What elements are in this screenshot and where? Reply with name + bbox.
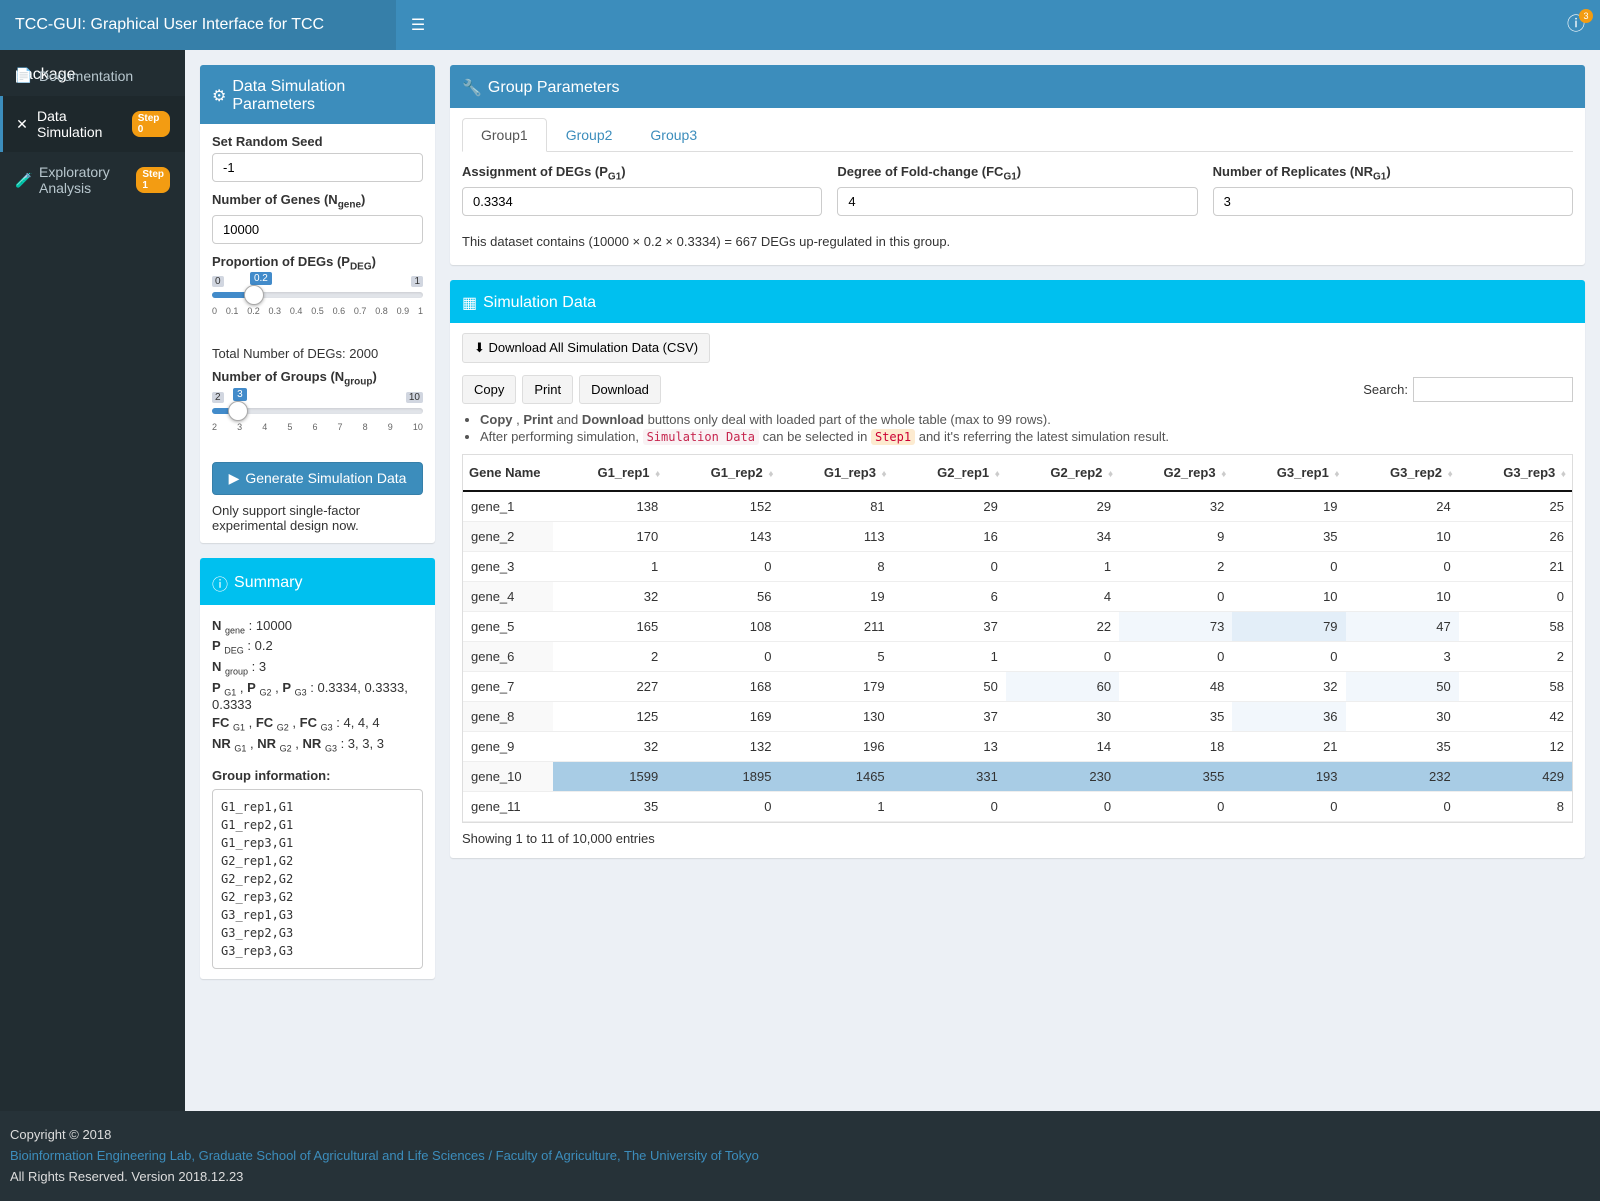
info-icon[interactable]: ⓘ3 xyxy=(1567,14,1585,34)
app-title: TCC-GUI: Graphical User Interface for TC… xyxy=(0,0,396,50)
col-g1_rep1[interactable]: G1_rep1 ♦ xyxy=(553,455,666,491)
table-row: gene_932132196131418213512 xyxy=(463,732,1572,762)
table-notes: Copy , Print and Download buttons only d… xyxy=(462,412,1573,444)
table-row: gene_217014311316349351026 xyxy=(463,522,1572,552)
sort-icon: ♦ xyxy=(1108,469,1113,480)
table-row: gene_8125169130373035363042 xyxy=(463,702,1572,732)
col-g3_rep2[interactable]: G3_rep2 ♦ xyxy=(1346,455,1459,491)
fc-input[interactable] xyxy=(837,187,1197,216)
col-g1_rep3[interactable]: G1_rep3 ♦ xyxy=(779,455,892,491)
main-content: ⚙︎ Data Simulation Parameters Set Random… xyxy=(185,50,1600,1111)
deg-label: Assignment of DEGs (PG1) xyxy=(462,164,822,183)
col-g3_rep3[interactable]: G3_rep3 ♦ xyxy=(1459,455,1572,491)
download-icon: ⬇ xyxy=(474,340,485,355)
sort-icon: ♦ xyxy=(1221,469,1226,480)
print-button[interactable]: Print xyxy=(522,375,573,404)
col-g3_rep1[interactable]: G3_rep1 ♦ xyxy=(1232,455,1345,491)
table-row: gene_5165108211372273794758 xyxy=(463,612,1572,642)
sidebar-icon: 📄 xyxy=(15,67,31,84)
help-text: Only support single-factor experimental … xyxy=(212,503,423,533)
table-row: gene_113815281292932192425 xyxy=(463,492,1572,522)
col-gene-name[interactable]: Gene Name xyxy=(463,455,553,491)
sidebar-icon: ✕ xyxy=(15,116,29,133)
box-title: Data Simulation Parameters xyxy=(232,78,423,114)
ngroup-label: Number of Groups (Ngroup) xyxy=(212,369,423,388)
ngene-label: Number of Genes (Ngene) xyxy=(212,192,423,211)
col-g2_rep1[interactable]: G2_rep1 ♦ xyxy=(893,455,1006,491)
col-g2_rep3[interactable]: G2_rep3 ♦ xyxy=(1119,455,1232,491)
ngene-input[interactable] xyxy=(212,215,423,244)
box-summary: ⓘ Summary N gene : 10000P DEG : 0.2N gro… xyxy=(200,558,435,980)
table-row: gene_10159918951465331230355193232429 xyxy=(463,762,1572,792)
table-row: gene_7227168179506048325058 xyxy=(463,672,1572,702)
deg-input[interactable] xyxy=(462,187,822,216)
sort-icon: ♦ xyxy=(1334,469,1339,480)
table-footer: Showing 1 to 11 of 10,000 entries xyxy=(462,823,1573,848)
group-info-textarea[interactable]: G1_rep1,G1 G1_rep2,G1 G1_rep3,G1 G2_rep1… xyxy=(212,789,423,969)
col-g1_rep2[interactable]: G1_rep2 ♦ xyxy=(666,455,779,491)
download-all-button[interactable]: ⬇ Download All Simulation Data (CSV) xyxy=(462,333,710,363)
table-icon: ▦ xyxy=(462,293,477,313)
table-row: gene_432561964010100 xyxy=(463,582,1572,612)
table-row: gene_6205100032 xyxy=(463,642,1572,672)
header-right: ⓘ3 xyxy=(1567,10,1585,36)
download-button[interactable]: Download xyxy=(579,375,661,404)
info-icon: ⓘ xyxy=(212,571,228,595)
nr-input[interactable] xyxy=(1213,187,1573,216)
app-header: TCC-GUI: Graphical User Interface for TC… xyxy=(0,0,1600,50)
footer-link[interactable]: Bioinformation Engineering Lab, Graduate… xyxy=(10,1148,759,1163)
gears-icon: ⚙︎ xyxy=(212,86,226,106)
seed-input[interactable] xyxy=(212,153,423,182)
fc-label: Degree of Fold-change (FCG1) xyxy=(837,164,1197,183)
sidebar-item-documentation[interactable]: 📄Documentation xyxy=(0,55,185,96)
box-title: Summary xyxy=(234,574,302,592)
box-title: Simulation Data xyxy=(483,294,596,312)
play-icon: ▶ xyxy=(229,470,240,487)
nr-label: Number of Replicates (NRG1) xyxy=(1213,164,1573,183)
footer: Copyright © 2018 Bioinformation Engineer… xyxy=(0,1111,1600,1201)
generate-button[interactable]: ▶ Generate Simulation Data xyxy=(212,462,423,495)
box-sim-params: ⚙︎ Data Simulation Parameters Set Random… xyxy=(200,65,435,543)
seed-label: Set Random Seed xyxy=(212,134,423,149)
tab-group1[interactable]: Group1 xyxy=(462,118,547,152)
box-title: Group Parameters xyxy=(488,79,620,97)
tab-group3[interactable]: Group3 xyxy=(631,118,716,152)
table-row: gene_31080120021 xyxy=(463,552,1572,582)
box-group-params: 🔧 Group Parameters Group1Group2Group3 As… xyxy=(450,65,1585,265)
sidebar-item-exploratory-analysis[interactable]: 🧪Exploratory AnalysisStep 1 xyxy=(0,152,185,208)
sort-icon: ♦ xyxy=(1561,469,1566,480)
simulation-table: Gene NameG1_rep1 ♦G1_rep2 ♦G1_rep3 ♦G2_r… xyxy=(463,455,1572,492)
pdeg-label: Proportion of DEGs (PDEG) xyxy=(212,254,423,273)
sort-icon: ♦ xyxy=(768,469,773,480)
search-input[interactable] xyxy=(1413,377,1573,402)
sidebar-icon: 🧪 xyxy=(15,172,31,189)
sort-icon: ♦ xyxy=(995,469,1000,480)
copy-button[interactable]: Copy xyxy=(462,375,516,404)
search-label: Search: xyxy=(1363,382,1408,397)
ngroup-slider[interactable]: 2 3 10 2345678910 xyxy=(212,408,423,432)
group-tabs: Group1Group2Group3 xyxy=(462,118,1573,152)
sidebar-toggle[interactable]: ☰ xyxy=(396,15,440,35)
sort-icon: ♦ xyxy=(882,469,887,480)
pdeg-slider[interactable]: 0 0.2 1 00.10.20.30.40.50.60.70.80.91 xyxy=(212,292,423,316)
total-degs: Total Number of DEGs: 2000 xyxy=(212,346,423,361)
sort-icon: ♦ xyxy=(1448,469,1453,480)
col-g2_rep2[interactable]: G2_rep2 ♦ xyxy=(1006,455,1119,491)
box-sim-data: ▦ Simulation Data ⬇ Download All Simulat… xyxy=(450,280,1585,858)
table-row: gene_113501000008 xyxy=(463,792,1572,822)
wrench-icon: 🔧 xyxy=(462,78,482,98)
sidebar: 📄Documentation✕Data SimulationStep 0🧪Exp… xyxy=(0,50,185,1111)
sidebar-item-data-simulation[interactable]: ✕Data SimulationStep 0 xyxy=(0,96,185,152)
group-note: This dataset contains (10000 × 0.2 × 0.3… xyxy=(462,234,1573,255)
tab-group2[interactable]: Group2 xyxy=(547,118,632,152)
sort-icon: ♦ xyxy=(655,469,660,480)
